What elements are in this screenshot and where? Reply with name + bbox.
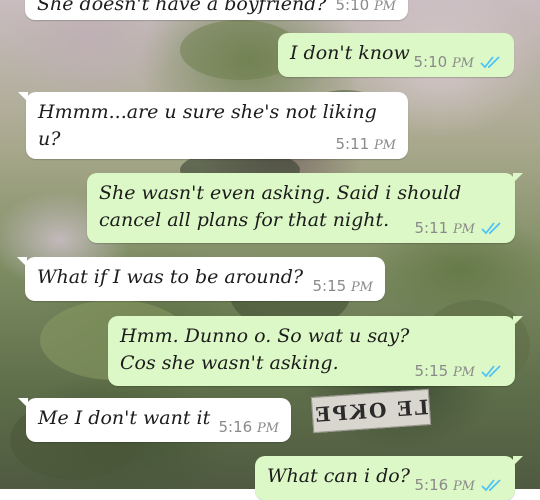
message-bubble-incoming[interactable]: Hmmm...are u sure she's not liking u? 5:… [18, 92, 408, 159]
double-check-read-icon [481, 221, 503, 235]
message-bubble-incoming[interactable]: She doesn't have a boyfriend? 5:10 PM [25, 0, 408, 20]
message-time: 5:16 PM [218, 418, 279, 436]
message-time: 5:15 PM [414, 362, 475, 380]
bubble-tail [18, 92, 28, 102]
bubble-tail [18, 398, 28, 408]
double-check-read-icon [481, 478, 503, 492]
message-time: 5:10 PM [413, 53, 474, 71]
message-time: 5:16 PM [414, 476, 475, 494]
bubble-tail [17, 257, 27, 267]
message-bubble-incoming[interactable]: Me I don't want it 5:16 PM [18, 398, 291, 442]
message-bubble-outgoing[interactable]: I don't know 5:10 PM [278, 33, 514, 77]
message-bubble-outgoing[interactable]: Hmm. Dunno o. So wat u say? Cos she wasn… [108, 316, 523, 386]
uniform-name-tag: LE OKPE [310, 388, 432, 434]
message-time: 5:15 PM [312, 277, 373, 295]
message-bubble-outgoing[interactable]: What can i do? 5:16 PM [255, 456, 523, 500]
bubble-tail [513, 456, 523, 466]
message-bubble-incoming[interactable]: What if I was to be around? 5:15 PM [17, 257, 385, 301]
bubble-tail [513, 316, 523, 326]
double-check-read-icon [480, 55, 502, 69]
bubble-tail [513, 173, 523, 183]
message-time: 5:11 PM [335, 135, 396, 153]
double-check-read-icon [481, 364, 503, 378]
message-time: 5:10 PM [335, 0, 396, 14]
message-time: 5:11 PM [414, 219, 475, 237]
message-bubble-outgoing[interactable]: She wasn't even asking. Said i should ca… [87, 173, 523, 243]
